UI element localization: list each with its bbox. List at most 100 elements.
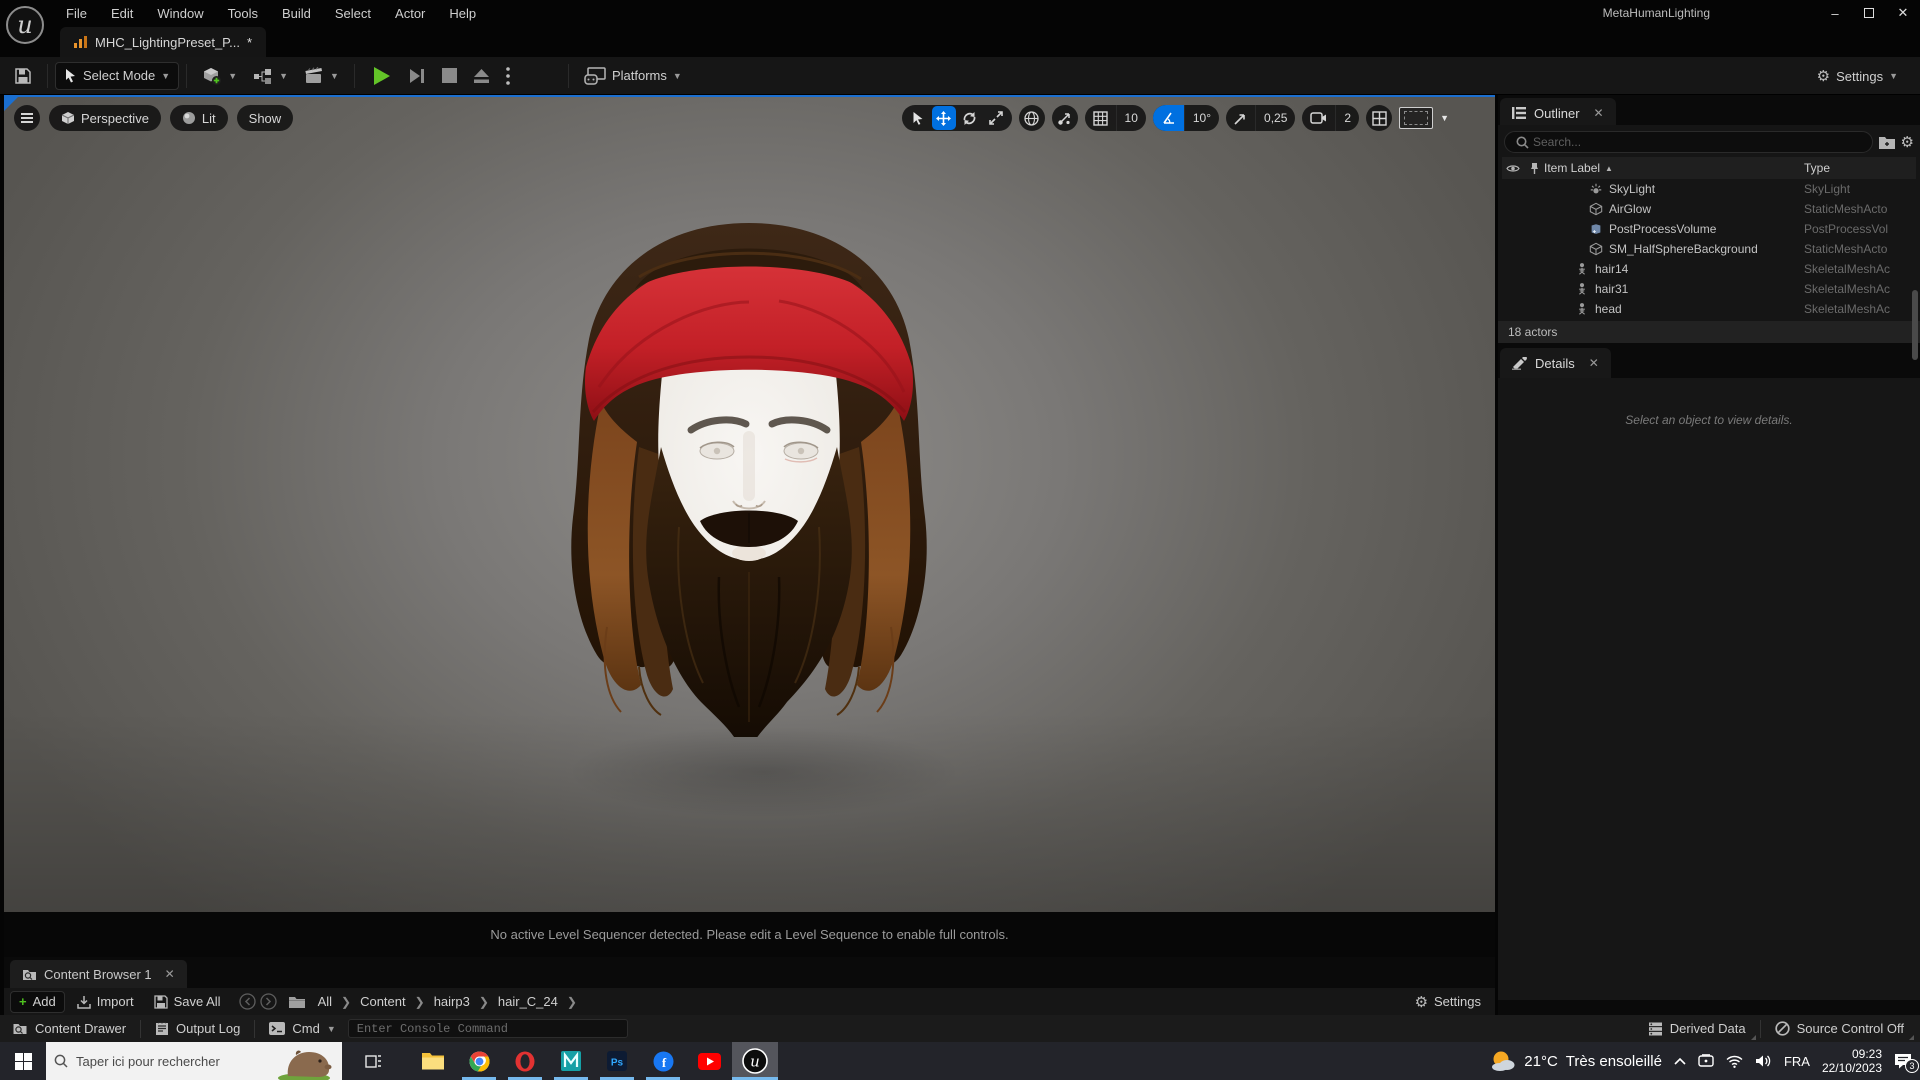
viewport-options-menu[interactable] bbox=[14, 105, 40, 131]
asset-tab[interactable]: MHC_LightingPreset_P... * bbox=[60, 27, 267, 57]
outliner-row[interactable]: AirGlow StaticMeshActo bbox=[1502, 199, 1916, 219]
save-button[interactable] bbox=[6, 62, 40, 90]
platforms-dropdown[interactable]: Platforms ▼ bbox=[576, 62, 690, 90]
play-options-menu[interactable] bbox=[498, 62, 518, 90]
viewport-layout-chevron-icon[interactable]: ▼ bbox=[1440, 113, 1449, 123]
blueprints-dropdown[interactable]: ▼ bbox=[245, 62, 296, 90]
visibility-eye-icon[interactable] bbox=[1502, 164, 1524, 173]
rotation-snap-toggle[interactable] bbox=[1152, 105, 1184, 131]
add-button[interactable]: + Add bbox=[10, 990, 65, 1013]
menu-help[interactable]: Help bbox=[437, 1, 488, 26]
file-explorer-icon[interactable] bbox=[410, 1042, 456, 1080]
chrome-icon[interactable] bbox=[456, 1042, 502, 1080]
notification-center-icon[interactable]: 3 bbox=[1894, 1053, 1919, 1073]
scale-snap-toggle[interactable] bbox=[1226, 105, 1255, 131]
breadcrumb-hair-c-24[interactable]: hair_C_24 bbox=[493, 994, 563, 1009]
menu-tools[interactable]: Tools bbox=[216, 1, 270, 26]
task-view-button[interactable] bbox=[350, 1042, 396, 1080]
menu-file[interactable]: File bbox=[54, 1, 99, 26]
forward-button[interactable] bbox=[259, 993, 277, 1010]
add-actor-dropdown[interactable]: ▼ bbox=[194, 62, 245, 90]
menu-actor[interactable]: Actor bbox=[383, 1, 437, 26]
taskbar-search[interactable]: Taper ici pour rechercher bbox=[46, 1042, 342, 1080]
grid-snap-value[interactable]: 10 bbox=[1115, 105, 1146, 131]
outliner-settings-icon[interactable]: ⚙ bbox=[1901, 133, 1914, 151]
move-tool[interactable] bbox=[931, 106, 956, 130]
create-folder-icon[interactable] bbox=[1878, 136, 1895, 149]
select-tool[interactable] bbox=[906, 106, 930, 130]
save-all-button[interactable]: Save All bbox=[146, 991, 229, 1013]
unreal-engine-taskbar-icon[interactable]: u bbox=[732, 1042, 778, 1080]
content-browser-close-icon[interactable]: ✕ bbox=[165, 967, 175, 981]
content-browser-tab[interactable]: Content Browser 1 ✕ bbox=[10, 960, 187, 988]
outliner-tab[interactable]: Outliner ✕ bbox=[1500, 98, 1616, 128]
toolbar-settings-dropdown[interactable]: ⚙ Settings ▼ bbox=[1809, 62, 1906, 90]
close-button[interactable]: ✕ bbox=[1886, 2, 1920, 24]
console-command-input[interactable] bbox=[347, 1019, 628, 1038]
language-indicator[interactable]: FRA bbox=[1784, 1054, 1810, 1069]
start-button[interactable] bbox=[0, 1042, 46, 1080]
viewport[interactable]: Perspective Lit Show 10 10° 0,25 2 ▼ bbox=[4, 95, 1495, 912]
outliner-header[interactable]: Item Label ▲ Type bbox=[1502, 157, 1916, 179]
minimize-button[interactable]: – bbox=[1818, 2, 1852, 24]
screen-cast-icon[interactable] bbox=[1698, 1054, 1714, 1068]
opera-icon[interactable] bbox=[502, 1042, 548, 1080]
cinematics-dropdown[interactable]: ▼ bbox=[296, 62, 347, 90]
maya-icon[interactable] bbox=[548, 1042, 594, 1080]
menu-select[interactable]: Select bbox=[323, 1, 383, 26]
youtube-icon[interactable] bbox=[686, 1042, 732, 1080]
maximize-viewport-button[interactable] bbox=[1399, 107, 1434, 129]
select-mode-dropdown[interactable]: Select Mode ▼ bbox=[55, 61, 180, 90]
lit-dropdown[interactable]: Lit bbox=[169, 105, 228, 131]
rotation-snap-value[interactable]: 10° bbox=[1183, 105, 1219, 131]
column-type[interactable]: Type bbox=[1804, 161, 1916, 175]
source-control-button[interactable]: Source Control Off bbox=[1763, 1015, 1916, 1042]
eject-button[interactable] bbox=[465, 62, 498, 90]
perspective-dropdown[interactable]: Perspective bbox=[49, 105, 161, 131]
outliner-row[interactable]: SkyLight SkyLight bbox=[1502, 179, 1916, 199]
photoshop-icon[interactable]: Ps bbox=[594, 1042, 640, 1080]
pin-icon[interactable] bbox=[1524, 162, 1544, 175]
derived-data-button[interactable]: Derived Data bbox=[1636, 1015, 1758, 1042]
breadcrumb-all[interactable]: All bbox=[313, 994, 337, 1009]
outliner-row[interactable]: PostProcessVolume PostProcessVol bbox=[1502, 219, 1916, 239]
outliner-row[interactable]: SM_HalfSphereBackground StaticMeshActo bbox=[1502, 239, 1916, 259]
wifi-icon[interactable] bbox=[1726, 1055, 1743, 1068]
outliner-close-icon[interactable]: ✕ bbox=[1594, 106, 1604, 120]
world-coordinate-toggle[interactable] bbox=[1018, 105, 1045, 131]
stop-button[interactable] bbox=[434, 62, 465, 90]
frame-skip-button[interactable] bbox=[400, 62, 434, 90]
cmd-dropdown[interactable]: Cmd ▼ bbox=[257, 1015, 347, 1042]
menu-build[interactable]: Build bbox=[270, 1, 323, 26]
outliner-search-input[interactable] bbox=[1504, 131, 1873, 153]
volume-icon[interactable] bbox=[1755, 1054, 1772, 1068]
column-item-label[interactable]: Item Label bbox=[1544, 161, 1600, 175]
show-dropdown[interactable]: Show bbox=[236, 105, 294, 131]
maximize-button[interactable] bbox=[1852, 2, 1886, 24]
breadcrumb-content[interactable]: Content bbox=[355, 994, 411, 1009]
outliner-row[interactable]: hair31 SkeletalMeshAc bbox=[1502, 279, 1916, 299]
menu-window[interactable]: Window bbox=[145, 1, 215, 26]
import-button[interactable]: Import bbox=[69, 991, 142, 1013]
viewport-layout-grid-button[interactable] bbox=[1366, 105, 1393, 131]
content-drawer-button[interactable]: Content Drawer bbox=[0, 1015, 138, 1042]
scale-snap-value[interactable]: 0,25 bbox=[1255, 105, 1295, 131]
details-tab[interactable]: Details ✕ bbox=[1500, 348, 1611, 378]
details-close-icon[interactable]: ✕ bbox=[1589, 356, 1599, 370]
rotate-tool[interactable] bbox=[958, 106, 982, 130]
breadcrumb-hairp3[interactable]: hairp3 bbox=[429, 994, 475, 1009]
facebook-icon[interactable]: f bbox=[640, 1042, 686, 1080]
camera-speed-value[interactable]: 2 bbox=[1335, 105, 1359, 131]
grid-snap-toggle[interactable] bbox=[1085, 105, 1116, 131]
content-browser-settings[interactable]: ⚙ Settings bbox=[1407, 991, 1489, 1013]
play-button[interactable] bbox=[362, 62, 400, 90]
output-log-button[interactable]: Output Log bbox=[143, 1015, 252, 1042]
menu-edit[interactable]: Edit bbox=[99, 1, 145, 26]
outliner-row[interactable]: hair14 SkeletalMeshAc bbox=[1502, 259, 1916, 279]
back-button[interactable] bbox=[238, 993, 256, 1010]
tray-expand-chevron-icon[interactable] bbox=[1674, 1057, 1686, 1065]
weather-widget[interactable]: 21°C Très ensoleillé bbox=[1490, 1050, 1662, 1072]
scale-tool[interactable] bbox=[984, 106, 1008, 130]
surface-snapping-toggle[interactable] bbox=[1051, 105, 1078, 131]
camera-speed-button[interactable] bbox=[1302, 105, 1335, 131]
